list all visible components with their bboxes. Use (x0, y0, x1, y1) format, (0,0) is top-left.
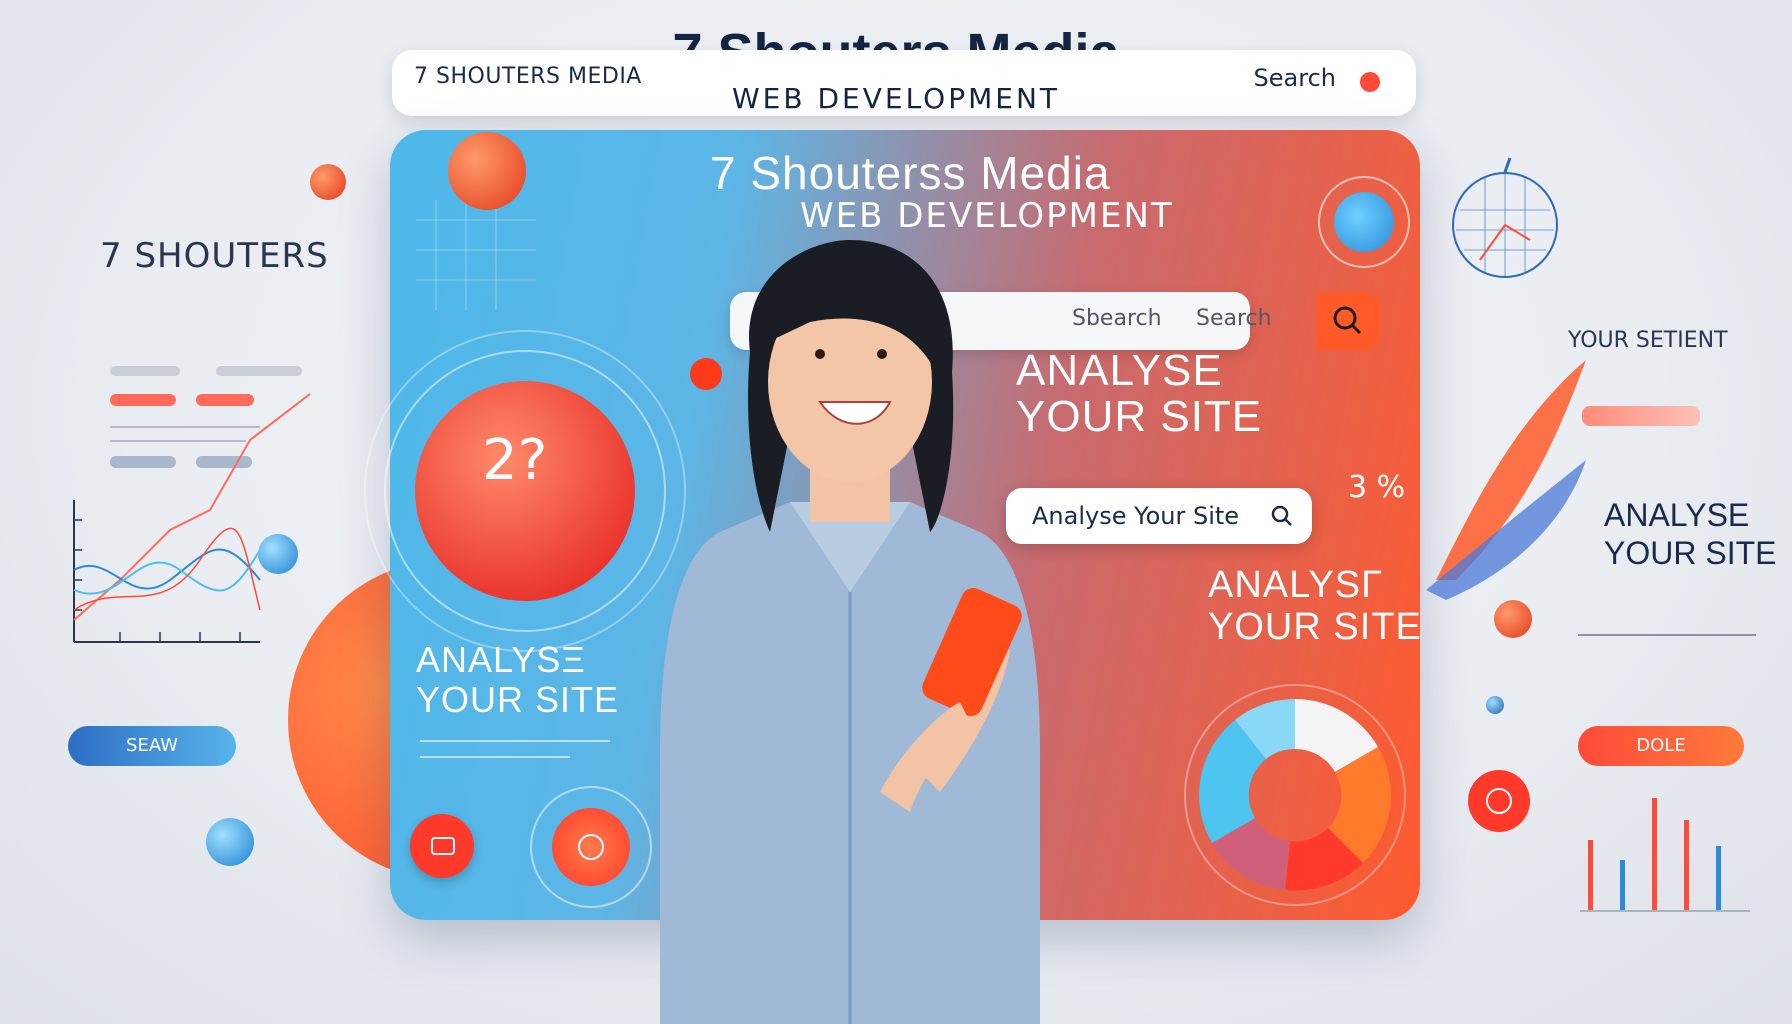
headline-line: ANALYSΞ (416, 639, 586, 680)
brand-subtitle: WEB DEVELOPMENT (731, 82, 1060, 115)
woman-illustration (660, 240, 1040, 1024)
right-pill-button[interactable]: DOLE (1578, 726, 1744, 766)
record-button[interactable] (530, 786, 652, 908)
divider (420, 756, 570, 758)
blue-ball-icon (206, 818, 254, 866)
right-headline: ANALYSE YOUR SITE (1604, 496, 1776, 572)
search-placeholder: Sbearch (1072, 306, 1162, 331)
grid-decoration (416, 200, 536, 310)
blue-ball-icon (1486, 696, 1504, 714)
left-brand-text: 7 SHOUTERS (100, 236, 329, 276)
headline-line: ANALYSE (1604, 497, 1750, 533)
chat-icon[interactable] (410, 814, 474, 878)
blue-ball-icon (258, 534, 298, 574)
clock-icon (1452, 157, 1558, 278)
line-chart (73, 393, 311, 643)
left-pill-button[interactable]: SEAW (68, 726, 236, 766)
share-icon[interactable] (1468, 770, 1530, 832)
panel-headline-2: ANALYSΓ YOUR SITE (1208, 564, 1422, 648)
donut-chart (1184, 684, 1406, 906)
headline-line: YOUR SITE (416, 679, 620, 720)
globe-icon[interactable] (1318, 176, 1410, 268)
headline-line: YOUR SITE (1208, 606, 1422, 648)
divider (420, 740, 610, 742)
orange-ball-icon (448, 132, 526, 210)
panel-left-headline: ANALYSΞ YOUR SITE (416, 640, 619, 720)
right-bar-decoration (1582, 406, 1700, 426)
timeline-line (1578, 634, 1756, 636)
search-placeholder: Search (1196, 306, 1272, 331)
orange-ball-icon (1494, 600, 1532, 638)
panel-subtitle: WEB DEVELOPMENT (800, 196, 1174, 236)
headline-line: ANALYSΓ (1208, 564, 1384, 606)
gauge-value: 2? (482, 428, 548, 493)
search-icon (1333, 306, 1362, 335)
percent-value: 3 % (1348, 470, 1406, 505)
record-icon (552, 808, 630, 886)
search-button[interactable] (1316, 292, 1380, 350)
bar-chart (1580, 798, 1750, 912)
magnifier-icon (1271, 505, 1292, 526)
headline-line: YOUR SITE (1604, 535, 1777, 571)
globe-icon-inner (1334, 192, 1394, 252)
orange-ball-icon (310, 164, 346, 200)
panel-title: 7 Shouterss Media (710, 147, 1111, 199)
analyse-button-label: Analyse Your Site (1032, 502, 1240, 530)
leaf-decoration (1426, 360, 1586, 600)
